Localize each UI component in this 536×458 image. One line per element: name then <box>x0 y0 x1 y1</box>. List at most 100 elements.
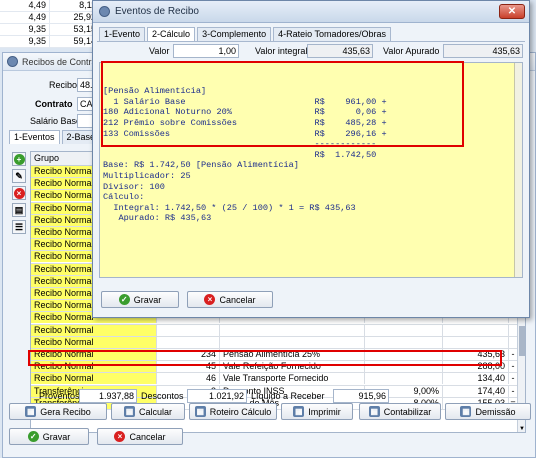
cell-codigo: 46 <box>157 373 220 385</box>
gravar-button[interactable]: ✓ Gravar <box>9 428 89 445</box>
cell-referencia <box>365 373 443 385</box>
grid-cell: 4,49 <box>0 0 50 11</box>
gera-recibo-button[interactable]: ▦ Gera Recibo <box>9 403 107 420</box>
scroll-down-icon[interactable]: ▼ <box>518 426 525 432</box>
button-label: Gera Recibo <box>40 406 91 417</box>
cell-codigo <box>157 324 220 336</box>
cell-codigo <box>157 336 220 348</box>
cell-valor: 134,40 <box>443 373 509 385</box>
eventos-recibo-dialog: Eventos de Recibo ✕ 1-Evento 2-Cálculo 3… <box>92 0 530 318</box>
cell-referencia <box>365 336 443 348</box>
ledger-icon: ▦ <box>368 406 380 417</box>
tab-complemento[interactable]: 3-Complemento <box>197 27 272 41</box>
tab-rateio[interactable]: 4-Rateio Tomadores/Obras <box>273 27 391 41</box>
edit-button[interactable]: ✎ <box>12 169 26 183</box>
memo-line: Divisor: 100 <box>103 181 165 192</box>
dialog-gravar-button[interactable]: ✓ Gravar <box>101 291 179 308</box>
cancelar-button[interactable]: × Cancelar <box>97 428 183 445</box>
proventos-value: 1.937,88 <box>79 389 137 403</box>
contrato-label: Contrato <box>35 99 73 109</box>
cell-valor: 174,40 <box>443 385 509 397</box>
check-icon: ✓ <box>118 294 130 305</box>
cell-valor <box>443 336 509 348</box>
table-row: 4,49 8,11 <box>0 0 100 12</box>
cancel-icon: × <box>204 294 216 305</box>
background-grid-fragment: 4,49 8,11 4,49 25,92 9,35 53,15 9,35 59,14 <box>0 0 100 48</box>
highlight-base-calculo <box>101 61 464 147</box>
cell-grupo: Recibo Normal <box>31 324 157 336</box>
cell-tipo <box>509 337 517 348</box>
list-icon: ☰ <box>14 221 24 232</box>
button-label: Demissão <box>475 406 516 417</box>
grid-cell: 9,35 <box>0 36 50 47</box>
view-button[interactable]: ▤ <box>12 203 26 217</box>
memo-line: Apurado: R$ 435,63 <box>103 213 212 224</box>
x-icon: × <box>13 187 25 199</box>
roteiro-calculo-button[interactable]: ▦ Roteiro Cálculo <box>189 403 277 420</box>
recibo-label: Recibo <box>49 80 78 90</box>
tab-evento[interactable]: 1-Evento <box>99 27 146 41</box>
cell-descricao <box>221 336 365 348</box>
cell-tipo: - <box>511 361 515 372</box>
values-row: Valor 1,00 Valor integral 435,63 Valor A… <box>93 44 529 60</box>
memo-line: Cálculo: <box>103 192 145 203</box>
document-icon: ▤ <box>14 204 24 215</box>
add-button[interactable]: + <box>12 152 26 166</box>
memo-line: Integral: 1.742,50 * (25 / 100) * 1 = R$… <box>103 202 356 213</box>
liquido-label: Líquido a Receber <box>251 391 325 401</box>
cancel-icon: × <box>114 431 126 442</box>
table-row[interactable]: Recibo Normal <box>31 336 525 349</box>
app-gear-icon <box>99 6 110 17</box>
demissao-button[interactable]: ▦ Demissão <box>445 403 531 420</box>
calculator-icon: ▦ <box>123 406 135 417</box>
grid-toolbar: + ✎ × ▤ ☰ <box>9 150 29 425</box>
cell-tipo: - <box>511 349 515 359</box>
table-row: 9,35 53,15 <box>0 24 100 36</box>
button-label: Cancelar <box>129 431 166 442</box>
grid-cell: 4,49 <box>0 12 50 23</box>
script-icon: ▦ <box>194 406 206 417</box>
table-row: 4,49 25,92 <box>0 12 100 24</box>
salario-base-label: Salário Base <box>30 116 82 126</box>
column-header-grupo: Grupo <box>34 153 60 163</box>
calcular-button[interactable]: ▦ Calcular <box>111 403 185 420</box>
dialog-cancelar-button[interactable]: × Cancelar <box>187 291 273 308</box>
scrollbar-thumb[interactable] <box>519 326 525 356</box>
dialog-titlebar: Eventos de Recibo <box>93 1 529 23</box>
memo-line: Base: R$ 1.742,50 [Pensão Alimentícia] <box>103 160 299 171</box>
button-label: Gravar <box>42 431 71 442</box>
button-label: Cancelar <box>219 294 256 305</box>
descontos-label: Descontos <box>141 391 184 401</box>
app-gear-icon <box>7 56 18 67</box>
tab-eventos[interactable]: 1-Eventos <box>9 130 60 144</box>
dialog-tabs: 1-Evento 2-Cálculo 3-Complemento 4-Ratei… <box>99 27 391 41</box>
table-row[interactable]: Recibo Normal <box>31 324 525 337</box>
window-title: Recibos de Contra <box>22 56 97 67</box>
valor-apurado-value: 435,63 <box>443 44 523 58</box>
valor-integral-label: Valor integral <box>255 46 308 56</box>
cell-tipo: - <box>511 373 515 384</box>
valor-input[interactable]: 1,00 <box>173 44 239 58</box>
list-button[interactable]: ☰ <box>12 220 26 234</box>
contabilizar-button[interactable]: ▦ Contabilizar <box>359 403 441 420</box>
dismiss-icon: ▦ <box>460 406 472 417</box>
button-label: Gravar <box>133 294 162 305</box>
valor-label: Valor <box>149 46 170 56</box>
memo-line: R$ 1.742,50 <box>103 149 377 160</box>
highlight-inss-row <box>28 350 502 366</box>
cell-descricao: Vale Transporte Fornecido <box>221 373 365 385</box>
printer-icon: ▦ <box>293 406 305 417</box>
close-icon[interactable]: ✕ <box>499 4 525 19</box>
button-label: Imprimir <box>308 406 341 417</box>
tab-calculo[interactable]: 2-Cálculo <box>147 27 196 41</box>
plus-icon: + <box>13 153 25 165</box>
delete-button[interactable]: × <box>12 186 26 200</box>
cell-descricao <box>221 324 365 336</box>
memo-scrollbar[interactable] <box>514 63 522 277</box>
cell-tipo: - <box>511 385 515 396</box>
dialog-title: Eventos de Recibo <box>115 6 199 17</box>
table-row[interactable]: Recibo Normal 46 Vale Transporte Fornecido… <box>31 373 525 386</box>
descontos-value: 1.021,92 <box>187 389 247 403</box>
cell-valor <box>443 324 509 336</box>
imprimir-button[interactable]: ▦ Imprimir <box>281 403 353 420</box>
